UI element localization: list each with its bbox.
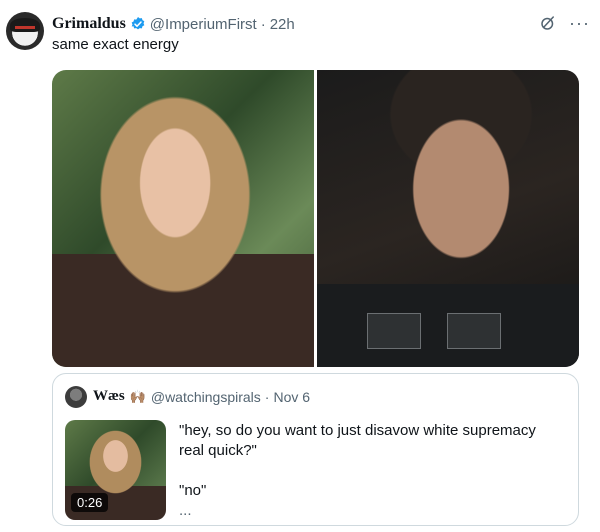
tweet-timestamp[interactable]: 22h [270, 16, 295, 33]
author-avatar[interactable] [6, 12, 44, 50]
more-options-icon[interactable]: ··· [569, 14, 590, 32]
author-name[interactable]: Grimaldus [52, 15, 126, 33]
quoted-tweet-date[interactable]: Nov 6 [273, 389, 310, 405]
quoted-header-separator: · [264, 388, 270, 405]
quoted-video-thumbnail[interactable]: 0:26 [65, 420, 166, 520]
quoted-text-line: "no" [179, 482, 207, 499]
media-photo-woman-in-leather-jacket[interactable] [52, 70, 314, 367]
collar-patch-left [367, 313, 421, 349]
grok-icon[interactable] [539, 14, 557, 32]
header-separator: · [260, 15, 266, 33]
avatar-hat [10, 18, 40, 32]
collar-patch-right [447, 313, 501, 349]
tweet-header: Grimaldus @ImperiumFirst · 22h [52, 14, 590, 34]
quoted-text-line: real quick?" [179, 442, 257, 459]
author-handle[interactable]: @ImperiumFirst [150, 16, 257, 33]
quoted-text-ellipsis: ... [179, 502, 192, 519]
quoted-author-avatar[interactable] [65, 386, 87, 408]
quoted-author-name[interactable]: Wæs [93, 388, 125, 405]
quoted-tweet-card[interactable]: Wæs 🙌🏽 @watchingspirals · Nov 6 0:26 "he… [52, 373, 579, 526]
media-grid [52, 70, 579, 367]
media-photo-man-in-military-uniform[interactable] [317, 70, 579, 367]
raised-hands-emoji-icon: 🙌🏽 [129, 388, 146, 404]
quoted-tweet-text: "hey, so do you want to just disavow whi… [179, 421, 569, 521]
tweet-header-actions: ··· [539, 14, 590, 32]
quoted-text-line: "hey, so do you want to just disavow whi… [179, 422, 536, 439]
quoted-author-handle[interactable]: @watchingspirals [151, 389, 261, 405]
verified-badge-icon [131, 17, 145, 30]
avatar-hat-band [15, 26, 35, 29]
quoted-tweet-header: Wæs 🙌🏽 @watchingspirals · Nov 6 [93, 388, 310, 405]
video-duration-badge: 0:26 [71, 493, 109, 512]
quoted-text-spacer [179, 461, 569, 481]
tweet-text: same exact energy [52, 36, 179, 53]
